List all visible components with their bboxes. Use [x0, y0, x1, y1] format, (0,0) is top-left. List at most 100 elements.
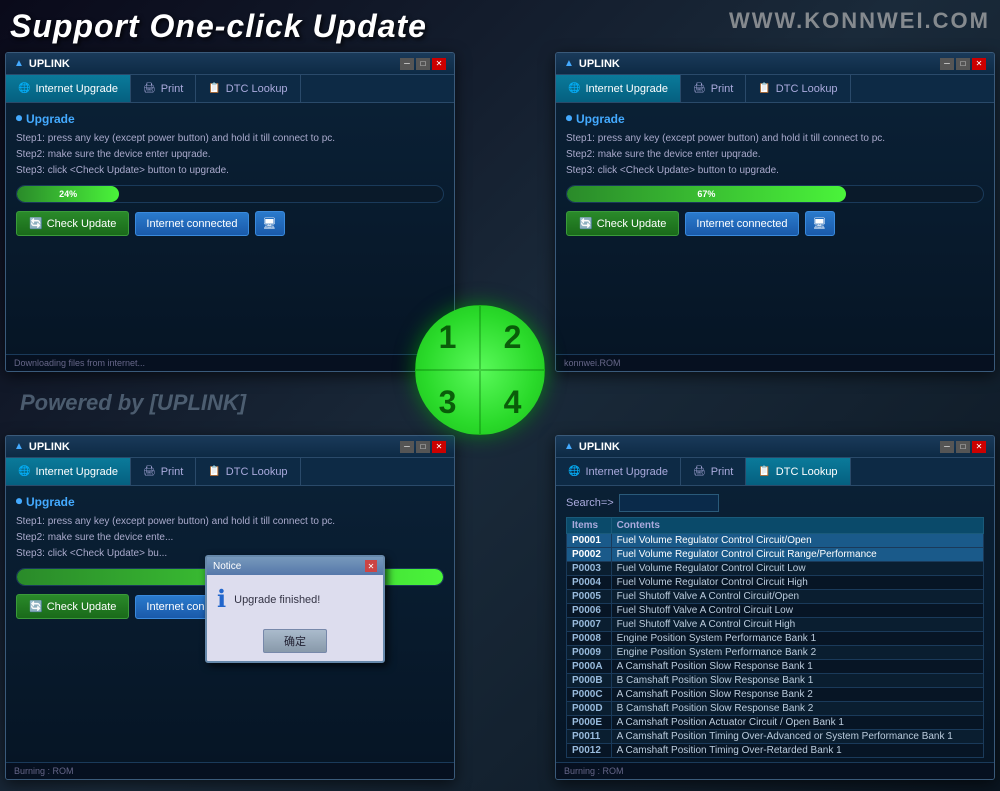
window-body-2: ⏺ Upgrade Step1: press any key (except p… [556, 103, 994, 354]
internet-connected-btn-2[interactable]: Internet connected [685, 212, 798, 236]
tab-print-3[interactable]: 🖨 Print [131, 458, 196, 485]
notice-ok-btn[interactable]: 确定 [263, 629, 327, 653]
refresh-icon-3: 🔄 [29, 600, 43, 613]
minimize-btn-3[interactable]: ─ [400, 441, 414, 453]
dtc-item: P0006 [567, 604, 612, 618]
dtc-table: Items Contents P0001Fuel Volume Regulato… [566, 517, 984, 758]
print-icon-4: 🖨 [693, 466, 706, 477]
dtc-content: Fuel Volume Regulator Control Circuit Ra… [611, 548, 983, 562]
dtc-item: P0011 [567, 730, 612, 744]
notice-close-btn[interactable]: ✕ [365, 560, 377, 572]
upgrade-title-3: ⏺ Upgrade [16, 494, 444, 509]
table-row: P0008Engine Position System Performance … [567, 632, 984, 646]
table-row: P0006Fuel Shutoff Valve A Control Circui… [567, 604, 984, 618]
col-contents: Contents [611, 518, 983, 534]
table-row: P0004Fuel Volume Regulator Control Circu… [567, 576, 984, 590]
dtc-content: Fuel Shutoff Valve A Control Circuit Low [611, 604, 983, 618]
close-btn-1[interactable]: ✕ [432, 58, 446, 70]
dtc-item: P0012 [567, 744, 612, 758]
check-update-btn-2[interactable]: 🔄 Check Update [566, 211, 679, 236]
notice-titlebar: Notice ✕ [207, 557, 383, 575]
step2-2: Step2: make sure the device enter upqrad… [566, 148, 984, 161]
actions-1: 🔄 Check Update Internet connected 🖥 [16, 211, 444, 236]
maximize-btn-1[interactable]: □ [416, 58, 430, 70]
tab-print-2[interactable]: 🖨 Print [681, 75, 746, 102]
internet-connected-btn-1[interactable]: Internet connected [135, 212, 248, 236]
titlebar-1: ▲ UPLINK ─ □ ✕ [6, 53, 454, 75]
window-icon-2: ▲ [564, 58, 574, 69]
check-update-btn-3[interactable]: 🔄 Check Update [16, 594, 129, 619]
print-icon-2: 🖨 [693, 83, 706, 94]
step1-1: Step1: press any key (except power butto… [16, 132, 444, 145]
dtc-content: A Camshaft Position Actuator Circuit / O… [611, 716, 983, 730]
close-btn-4[interactable]: ✕ [972, 441, 986, 453]
dtc-item: P0008 [567, 632, 612, 646]
dtc-item: P0002 [567, 548, 612, 562]
table-row: P0002Fuel Volume Regulator Control Circu… [567, 548, 984, 562]
close-btn-3[interactable]: ✕ [432, 441, 446, 453]
minimize-btn-1[interactable]: ─ [400, 58, 414, 70]
close-btn-2[interactable]: ✕ [972, 58, 986, 70]
window-2: ▲ UPLINK ─ □ ✕ 🌐 Internet Upgrade 🖨 Prin… [555, 52, 995, 372]
tab-dtc-4[interactable]: 📋 DTC Lookup [746, 458, 850, 485]
upgrade-radio-icon-1: ⏺ [16, 111, 22, 126]
dtc-icon-2: 📋 [758, 83, 770, 94]
dtc-item: P000A [567, 660, 612, 674]
globe-icon-4: 🌐 [568, 466, 580, 477]
table-row: P000EA Camshaft Position Actuator Circui… [567, 716, 984, 730]
step1-2: Step1: press any key (except power butto… [566, 132, 984, 145]
tab-internet-upgrade-2[interactable]: 🌐 Internet Upgrade [556, 75, 681, 102]
check-update-btn-1[interactable]: 🔄 Check Update [16, 211, 129, 236]
titlebar-3: ▲ UPLINK ─ □ ✕ [6, 436, 454, 458]
window-controls-4: ─ □ ✕ [940, 441, 986, 453]
titlebar-4: ▲ UPLINK ─ □ ✕ [556, 436, 994, 458]
search-input-4[interactable] [619, 494, 719, 512]
table-row: P000AA Camshaft Position Slow Response B… [567, 660, 984, 674]
window-controls-1: ─ □ ✕ [400, 58, 446, 70]
dtc-content: A Camshaft Position Slow Response Bank 1 [611, 660, 983, 674]
screen-icon-btn-1[interactable]: 🖥 [255, 211, 285, 236]
refresh-icon-2: 🔄 [579, 217, 593, 230]
dtc-content: Fuel Volume Regulator Control Circuit Lo… [611, 562, 983, 576]
window-4: ▲ UPLINK ─ □ ✕ 🌐 Internet Upgrade 🖨 Prin… [555, 435, 995, 780]
minimize-btn-2[interactable]: ─ [940, 58, 954, 70]
tab-internet-upgrade-4[interactable]: 🌐 Internet Upgrade [556, 458, 681, 485]
dtc-content: Fuel Volume Regulator Control Circuit/Op… [611, 534, 983, 548]
table-row: P0005Fuel Shutoff Valve A Control Circui… [567, 590, 984, 604]
window-title-4: UPLINK [579, 441, 940, 453]
window-body-1: ⏺ Upgrade Step1: press any key (except p… [6, 103, 454, 354]
tab-dtc-2[interactable]: 📋 DTC Lookup [746, 75, 850, 102]
tab-internet-upgrade-3[interactable]: 🌐 Internet Upgrade [6, 458, 131, 485]
dtc-content: Engine Position System Performance Bank … [611, 632, 983, 646]
minimize-btn-4[interactable]: ─ [940, 441, 954, 453]
table-row: P000DB Camshaft Position Slow Response B… [567, 702, 984, 716]
maximize-btn-4[interactable]: □ [956, 441, 970, 453]
tab-dtc-1[interactable]: 📋 DTC Lookup [196, 75, 300, 102]
window-controls-3: ─ □ ✕ [400, 441, 446, 453]
progress-fill-1: 24% [17, 186, 119, 202]
maximize-btn-2[interactable]: □ [956, 58, 970, 70]
window-title-1: UPLINK [29, 58, 400, 70]
maximize-btn-3[interactable]: □ [416, 441, 430, 453]
page-title: Support One-click Update [10, 8, 427, 45]
tab-dtc-3[interactable]: 📋 DTC Lookup [196, 458, 300, 485]
window-icon-3: ▲ [14, 441, 24, 452]
dtc-item: P0005 [567, 590, 612, 604]
status-bar-2: konnwei.ROM [556, 354, 994, 371]
tab-print-1[interactable]: 🖨 Print [131, 75, 196, 102]
notice-title-text: Notice [213, 561, 241, 572]
dtc-icon-3: 📋 [208, 466, 220, 477]
tab-print-4[interactable]: 🖨 Print [681, 458, 746, 485]
tabs-3: 🌐 Internet Upgrade 🖨 Print 📋 DTC Lookup [6, 458, 454, 486]
step1-3: Step1: press any key (except power butto… [16, 515, 444, 528]
dtc-icon-4: 📋 [758, 466, 770, 477]
progress-bar-2: 67% [566, 185, 984, 203]
search-label-4: Search=> [566, 497, 614, 509]
window-icon-4: ▲ [564, 441, 574, 452]
notice-message: Upgrade finished! [234, 594, 320, 606]
tabs-4: 🌐 Internet Upgrade 🖨 Print 📋 DTC Lookup [556, 458, 994, 486]
tab-internet-upgrade-1[interactable]: 🌐 Internet Upgrade [6, 75, 131, 102]
window-title-2: UPLINK [579, 58, 940, 70]
dtc-content: A Camshaft Position Timing Over-Advanced… [611, 730, 983, 744]
screen-icon-btn-2[interactable]: 🖥 [805, 211, 835, 236]
